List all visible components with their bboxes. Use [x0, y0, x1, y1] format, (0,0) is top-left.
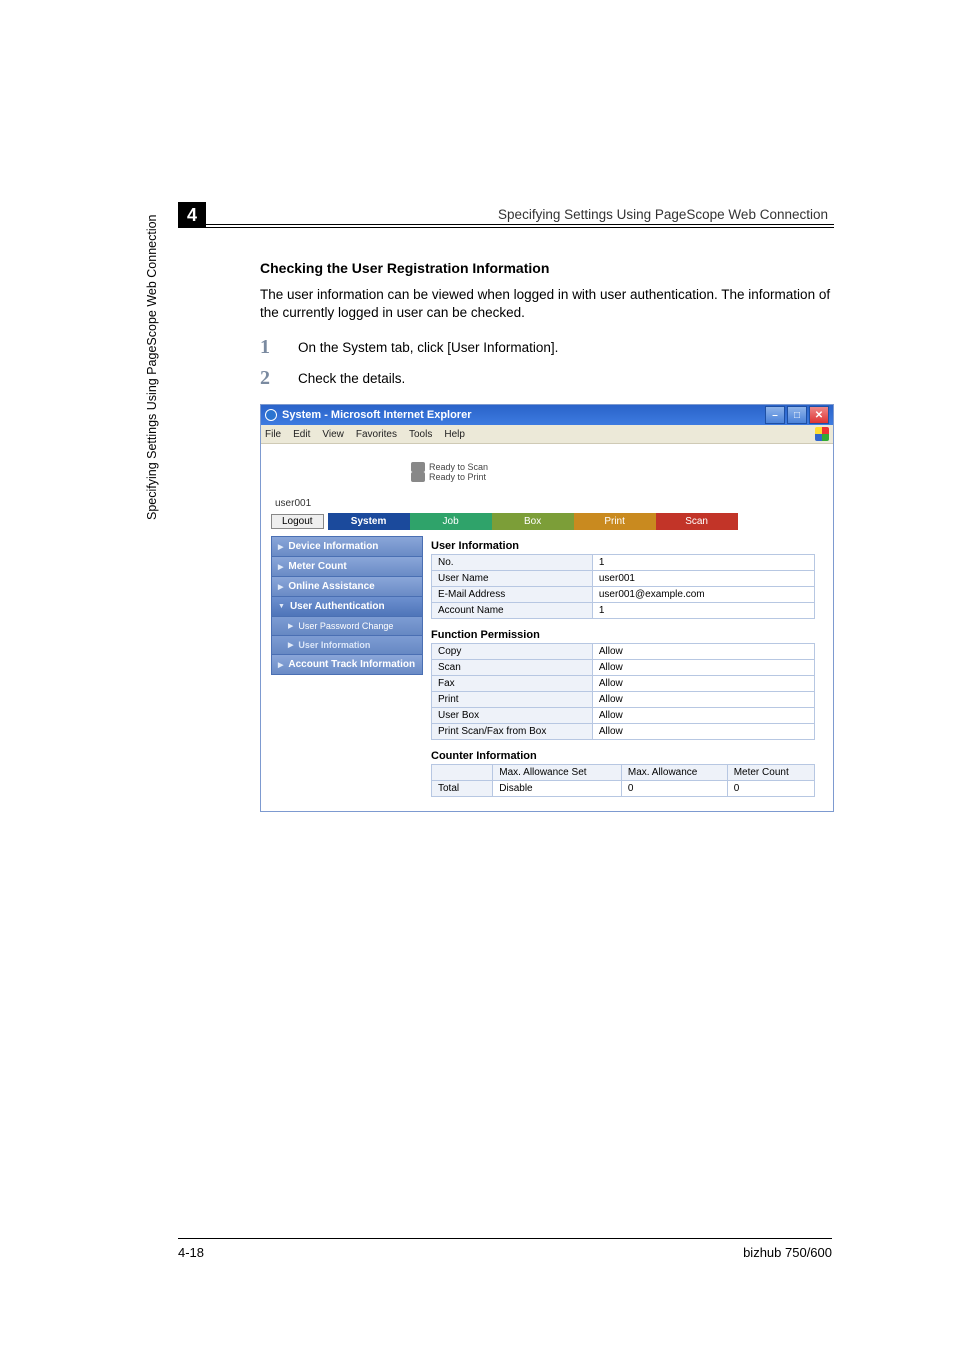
tab-system[interactable]: System	[328, 513, 410, 530]
user-info-table: No.1 User Nameuser001 E-Mail Addressuser…	[431, 554, 815, 619]
paragraph-intro: The user information can be viewed when …	[260, 286, 832, 322]
label-print: Print	[432, 692, 593, 708]
value-scan: Allow	[592, 660, 814, 676]
menu-file[interactable]: File	[265, 429, 281, 440]
tab-job[interactable]: Job	[410, 513, 492, 530]
current-user-label: user001	[275, 498, 823, 509]
browser-window: System - Microsoft Internet Explorer – □…	[260, 404, 834, 812]
tab-box[interactable]: Box	[492, 513, 574, 530]
step-2-text: Check the details.	[298, 367, 405, 390]
nav-meter-count[interactable]: Meter Count	[272, 557, 422, 577]
counter-info-heading: Counter Information	[431, 750, 815, 762]
menu-help[interactable]: Help	[444, 429, 465, 440]
header-meter-count: Meter Count	[727, 765, 814, 781]
scanner-icon	[411, 462, 425, 472]
value-user-name: user001	[592, 571, 814, 587]
nav-user-information[interactable]: User Information	[272, 636, 422, 655]
maximize-button[interactable]: □	[787, 406, 807, 424]
row-total-max: 0	[621, 781, 727, 797]
menu-favorites[interactable]: Favorites	[356, 429, 397, 440]
label-scan: Scan	[432, 660, 593, 676]
section-heading: Checking the User Registration Informati…	[260, 260, 832, 276]
label-user-name: User Name	[432, 571, 593, 587]
header-max-allowance: Max. Allowance	[621, 765, 727, 781]
page-number: 4-18	[178, 1245, 204, 1260]
value-user-box: Allow	[592, 708, 814, 724]
menu-tools[interactable]: Tools	[409, 429, 432, 440]
window-titlebar[interactable]: System - Microsoft Internet Explorer – □…	[261, 405, 833, 425]
row-total-label: Total	[432, 781, 493, 797]
function-permission-table: CopyAllow ScanAllow FaxAllow PrintAllow …	[431, 643, 815, 740]
label-copy: Copy	[432, 644, 593, 660]
menu-view[interactable]: View	[322, 429, 344, 440]
label-email: E-Mail Address	[432, 587, 593, 603]
header-rule-2	[206, 227, 834, 228]
row-total-max-set: Disable	[493, 781, 622, 797]
close-button[interactable]: ✕	[809, 406, 829, 424]
value-print-scan-fax: Allow	[592, 724, 814, 740]
status-print: Ready to Print	[429, 472, 486, 482]
nav-account-track-information[interactable]: Account Track Information	[272, 655, 422, 674]
step-2-number: 2	[260, 367, 280, 390]
window-title: System - Microsoft Internet Explorer	[282, 409, 472, 421]
header-rule	[206, 224, 834, 225]
label-user-box: User Box	[432, 708, 593, 724]
label-print-scan-fax: Print Scan/Fax from Box	[432, 724, 593, 740]
windows-flag-icon	[815, 427, 829, 441]
label-account-name: Account Name	[432, 603, 593, 619]
status-scan: Ready to Scan	[429, 462, 488, 472]
counter-info-table: Max. Allowance Set Max. Allowance Meter …	[431, 764, 815, 797]
tab-print[interactable]: Print	[574, 513, 656, 530]
page-footer: 4-18 bizhub 750/600	[178, 1238, 832, 1260]
step-1-text: On the System tab, click [User Informati…	[298, 336, 558, 359]
running-header: Specifying Settings Using PageScope Web …	[498, 207, 828, 222]
user-info-heading: User Information	[431, 540, 815, 552]
value-no: 1	[592, 555, 814, 571]
value-fax: Allow	[592, 676, 814, 692]
tab-scan[interactable]: Scan	[656, 513, 738, 530]
minimize-button[interactable]: –	[765, 406, 785, 424]
side-label: Specifying Settings Using PageScope Web …	[145, 0, 159, 520]
nav-user-password-change[interactable]: User Password Change	[272, 617, 422, 636]
label-fax: Fax	[432, 676, 593, 692]
menu-edit[interactable]: Edit	[293, 429, 310, 440]
side-navigation: Device Information Meter Count Online As…	[271, 536, 423, 675]
value-account-name: 1	[592, 603, 814, 619]
product-name: bizhub 750/600	[743, 1245, 832, 1260]
nav-user-authentication[interactable]: User Authentication	[272, 597, 422, 617]
step-1-number: 1	[260, 336, 280, 359]
label-no: No.	[432, 555, 593, 571]
nav-device-information[interactable]: Device Information	[272, 537, 422, 557]
value-copy: Allow	[592, 644, 814, 660]
header-max-allowance-set: Max. Allowance Set	[493, 765, 622, 781]
row-total-meter: 0	[727, 781, 814, 797]
value-email: user001@example.com	[592, 587, 814, 603]
function-permission-heading: Function Permission	[431, 629, 815, 641]
printer-icon	[411, 472, 425, 482]
ie-icon	[265, 409, 277, 421]
logout-button[interactable]: Logout	[271, 514, 324, 529]
counter-blank	[432, 765, 493, 781]
chapter-number-badge: 4	[178, 202, 206, 228]
value-print: Allow	[592, 692, 814, 708]
nav-online-assistance[interactable]: Online Assistance	[272, 577, 422, 597]
menu-bar: File Edit View Favorites Tools Help	[261, 425, 833, 444]
